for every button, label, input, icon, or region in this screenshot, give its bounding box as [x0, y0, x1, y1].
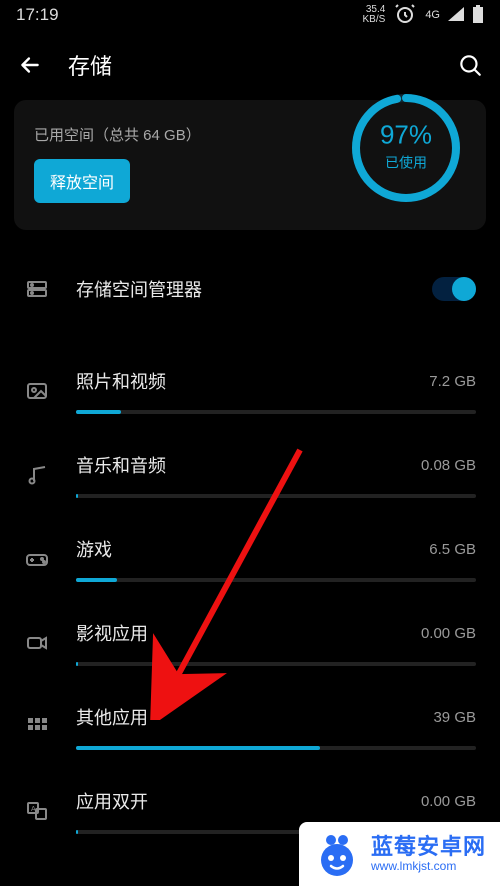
category-bar — [76, 494, 476, 498]
usage-ring: 97% 已使用 — [346, 88, 466, 208]
page-title: 存储 — [68, 49, 432, 81]
watermark-mascot-icon — [313, 830, 361, 878]
category-bar — [76, 410, 476, 414]
back-arrow-icon — [17, 52, 43, 78]
search-button[interactable] — [456, 51, 484, 79]
storage-manager-icon — [22, 277, 52, 301]
category-name: 其他应用 — [76, 704, 148, 730]
status-indicators: 35.4 KB/S 4G — [363, 2, 484, 29]
watermark-url: www.lmkjst.com — [371, 860, 486, 874]
games-icon — [22, 547, 52, 571]
category-name: 应用双开 — [76, 788, 148, 814]
photo-icon — [22, 379, 52, 403]
net-speed-unit: KB/S — [363, 15, 386, 25]
category-row[interactable]: 其他应用 39 GB — [0, 686, 500, 750]
category-name: 影视应用 — [76, 620, 148, 646]
category-size: 7.2 GB — [429, 373, 476, 390]
battery-icon — [472, 5, 484, 26]
category-size: 6.5 GB — [429, 541, 476, 558]
category-row[interactable]: 照片和视频 7.2 GB — [0, 350, 500, 414]
category-name: 照片和视频 — [76, 368, 166, 394]
category-size: 0.00 GB — [421, 793, 476, 810]
status-time: 17:19 — [16, 5, 59, 25]
category-size: 0.00 GB — [421, 625, 476, 642]
apps-grid-icon — [22, 715, 52, 739]
category-row[interactable]: 音乐和音频 0.08 GB — [0, 434, 500, 498]
usage-label: 已使用 — [380, 152, 432, 172]
dual-app-icon: A — [22, 799, 52, 823]
category-row[interactable]: 游戏 6.5 GB — [0, 518, 500, 582]
search-icon — [457, 52, 483, 78]
signal-icon: 4G — [425, 9, 440, 21]
category-size: 0.08 GB — [421, 457, 476, 474]
music-icon — [22, 463, 52, 487]
watermark-title: 蓝莓安卓网 — [371, 834, 486, 859]
free-space-button[interactable]: 释放空间 — [34, 159, 130, 203]
back-button[interactable] — [16, 51, 44, 79]
alarm-icon — [393, 2, 417, 29]
storage-manager-toggle[interactable] — [432, 277, 476, 301]
signal-bars-icon — [448, 7, 464, 24]
category-bar — [76, 578, 476, 582]
category-row[interactable]: 影视应用 0.00 GB — [0, 602, 500, 666]
storage-manager-row[interactable]: 存储空间管理器 — [0, 250, 500, 328]
category-name: 游戏 — [76, 536, 112, 562]
category-bar — [76, 662, 476, 666]
storage-summary-card: 已用空间（总共 64 GB） 释放空间 97% 已使用 — [14, 100, 486, 230]
svg-text:A: A — [31, 806, 36, 813]
storage-manager-label: 存储空间管理器 — [76, 276, 432, 302]
category-size: 39 GB — [433, 709, 476, 726]
network-speed: 35.4 KB/S — [363, 5, 386, 25]
category-bar — [76, 746, 476, 750]
video-app-icon — [22, 631, 52, 655]
used-space-text: 已用空间（总共 64 GB） — [34, 124, 201, 145]
status-bar: 17:19 35.4 KB/S 4G — [0, 0, 500, 30]
watermark: 蓝莓安卓网 www.lmkjst.com — [299, 822, 500, 886]
category-name: 音乐和音频 — [76, 452, 166, 478]
usage-percent: 97% — [380, 119, 432, 150]
